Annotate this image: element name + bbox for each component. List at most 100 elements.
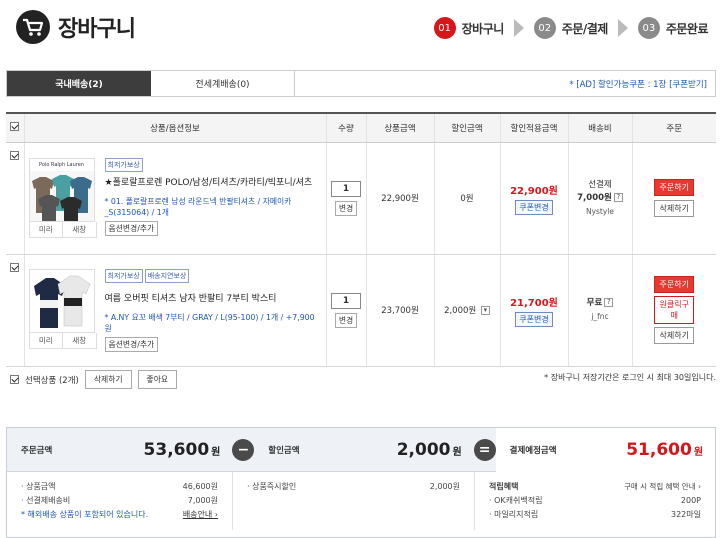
table-header-row: 상품/옵션정보 수량 상품금액 할인금액 할인적용금액 배송비 주문 bbox=[6, 112, 716, 143]
step-number: 02 bbox=[533, 17, 556, 39]
qty-cell: 1 변경 bbox=[325, 254, 366, 367]
select-all-checkbox[interactable] bbox=[6, 112, 24, 143]
mileage-value: 322마일 bbox=[671, 510, 701, 519]
col-header-price: 상품금액 bbox=[365, 112, 434, 143]
help-icon[interactable]: ? bbox=[604, 298, 614, 307]
payment-total-value: 51,600 bbox=[626, 439, 692, 460]
change-option-button[interactable]: 옵션변경/추가 bbox=[104, 221, 159, 236]
reward-title: 적립혜택 bbox=[489, 482, 519, 491]
shipping-type: 무료 bbox=[586, 298, 603, 308]
shipping-guide-link[interactable]: 배송안내 › bbox=[183, 508, 218, 522]
change-coupon-button[interactable]: 쿠폰변경 bbox=[515, 199, 553, 215]
order-button[interactable]: 주문하기 bbox=[654, 276, 695, 293]
discount-cell: 0원 bbox=[433, 142, 500, 255]
shipping-fee: 7,000원 bbox=[577, 192, 612, 203]
seller-name[interactable]: Nystyle bbox=[569, 205, 632, 218]
delete-button[interactable]: 삭제하기 bbox=[654, 327, 695, 344]
brand-logo: Polo Ralph Lauren bbox=[29, 159, 94, 171]
order-summary: 주문금액 53,600 원 − 할인금액 2,000 원 = 결제예정금액 51,6… bbox=[6, 427, 716, 538]
prepaid-shipping-value: 7,000원 bbox=[187, 496, 218, 505]
product-option: * A.NY 요꼬 배색 7부티 / GRAY / L(95-100) / 1개… bbox=[104, 312, 315, 333]
goods-amount-label: · 상품금액 bbox=[21, 482, 56, 491]
delete-button[interactable]: 삭제하기 bbox=[654, 200, 695, 217]
minus-icon: − bbox=[232, 438, 255, 461]
price-cell: 22,900원 bbox=[365, 142, 434, 255]
checkout-steps: 01 장바구니 02 주문/결제 03 주문완료 bbox=[433, 15, 709, 41]
tab-global[interactable]: 전세계배송(0) bbox=[151, 71, 295, 96]
col-header-final: 할인적용금액 bbox=[499, 112, 568, 143]
currency-unit: 원 bbox=[452, 446, 462, 458]
table-row: Polo Ralph Lauren 미리 새창 최저가보상 ★폴로랄프로렌 PO… bbox=[6, 142, 716, 255]
shipping-type: 선결제 bbox=[588, 179, 612, 190]
quantity-input[interactable]: 1 bbox=[331, 180, 361, 197]
new-window-link[interactable]: 새창 bbox=[63, 333, 96, 348]
goods-amount-value: 46,600원 bbox=[182, 482, 218, 491]
order-button[interactable]: 주문하기 bbox=[654, 179, 695, 196]
delay-compensation-badge: 배송지연보상 bbox=[144, 268, 190, 283]
discount-total-label: 할인금액 bbox=[268, 445, 300, 456]
product-option: * 01. 폴로랄프로렌 남성 라운드넥 반팔티셔츠 / 자메이카_S(3150… bbox=[104, 197, 292, 217]
discount-total-value: 2,000 bbox=[396, 439, 451, 460]
product-cell: Polo Ralph Lauren 미리 새창 최저가보상 ★폴로랄프로렌 PO… bbox=[23, 142, 326, 255]
step-label: 장바구니 bbox=[461, 21, 505, 36]
select-all-bottom-checkbox[interactable] bbox=[10, 375, 19, 384]
instant-discount-label: · 상품즉시할인 bbox=[247, 482, 297, 491]
tab-domestic[interactable]: 국내배송(2) bbox=[7, 71, 151, 96]
chevron-right-icon bbox=[513, 19, 524, 37]
currency-unit: 원 bbox=[211, 446, 221, 458]
lowest-price-badge: 최저가보상 bbox=[104, 268, 143, 283]
product-thumbnail[interactable] bbox=[28, 268, 95, 333]
preview-link[interactable]: 미리 bbox=[30, 222, 63, 237]
quantity-input[interactable]: 1 bbox=[331, 292, 361, 309]
change-qty-button[interactable]: 변경 bbox=[334, 200, 358, 216]
step-cart: 01 장바구니 bbox=[433, 17, 505, 39]
dropdown-arrow-icon[interactable]: ▾ bbox=[480, 306, 490, 315]
step-number: 03 bbox=[637, 17, 660, 39]
page-header: 장바구니 bbox=[16, 10, 136, 44]
shipping-cell: 선결제 7,000원? Nystyle bbox=[567, 142, 632, 255]
change-qty-button[interactable]: 변경 bbox=[334, 312, 358, 328]
payment-total-label: 결제예정금액 bbox=[509, 445, 557, 456]
instant-discount-value: 2,000원 bbox=[429, 482, 460, 491]
chevron-right-icon bbox=[617, 19, 628, 37]
shipping-tabs: 국내배송(2) 전세계배송(0) * [AD] 할인가능쿠폰 : 1장 [쿠폰받… bbox=[6, 70, 716, 97]
change-coupon-button[interactable]: 쿠폰변경 bbox=[515, 311, 553, 327]
cart-icon bbox=[16, 10, 50, 44]
storage-note: * 장바구니 저장기간은 로그인 시 최대 30일입니다. bbox=[544, 373, 716, 382]
order-total-label: 주문금액 bbox=[21, 445, 53, 456]
final-price-cell: 21,700원 쿠폰변경 bbox=[499, 254, 568, 367]
col-header-product: 상품/옵션정보 bbox=[23, 112, 326, 143]
col-header-shipping: 배송비 bbox=[567, 112, 632, 143]
help-icon[interactable]: ? bbox=[613, 192, 623, 202]
product-cell: 미리 새창 최저가보상 배송지연보상 여름 오버핏 티셔츠 남자 반팔티 7부티… bbox=[23, 254, 326, 367]
equals-icon: = bbox=[473, 438, 496, 461]
product-thumbnail[interactable]: Polo Ralph Lauren bbox=[28, 158, 95, 222]
final-price-cell: 22,900원 쿠폰변경 bbox=[499, 142, 568, 255]
step-number: 01 bbox=[433, 17, 456, 39]
bulk-actions: 선택상품 (2개) 삭제하기 좋아요 bbox=[10, 370, 178, 389]
prepaid-shipping-label: · 선결제배송비 bbox=[21, 496, 71, 505]
discount-amount: 2,000원 bbox=[444, 306, 477, 316]
reward-guide-link[interactable]: 구매 시 적립 혜택 안내 › bbox=[624, 480, 701, 494]
change-option-button[interactable]: 옵션변경/추가 bbox=[104, 336, 159, 352]
seller-name[interactable]: j_fnc bbox=[569, 310, 632, 323]
price-cell: 23,700원 bbox=[365, 254, 434, 367]
like-button[interactable]: 좋아요 bbox=[137, 370, 178, 389]
page-title: 장바구니 bbox=[58, 17, 136, 42]
product-name[interactable]: 여름 오버핏 티셔츠 남자 반팔티 7부티 박스티 bbox=[105, 293, 318, 306]
bulk-delete-button[interactable]: 삭제하기 bbox=[84, 370, 132, 389]
overseas-note: * 해외배송 상품이 포함되어 있습니다. bbox=[21, 510, 149, 519]
product-name[interactable]: ★폴로랄프로렌 POLO/남성/티셔츠/카라티/빅포니/셔츠 bbox=[105, 177, 318, 190]
row-checkbox[interactable] bbox=[6, 254, 24, 367]
preview-link[interactable]: 미리 bbox=[30, 332, 63, 348]
okcashbag-label: · OK캐쉬백적립 bbox=[489, 496, 543, 505]
row-checkbox[interactable] bbox=[6, 142, 24, 255]
final-price: 22,900원 bbox=[510, 185, 558, 197]
step-label: 주문완료 bbox=[665, 21, 709, 36]
new-window-link[interactable]: 새창 bbox=[63, 222, 96, 237]
coupon-notice[interactable]: * [AD] 할인가능쿠폰 : 1장 [쿠폰받기] bbox=[569, 71, 715, 96]
step-complete: 03 주문완료 bbox=[637, 17, 709, 39]
currency-unit: 원 bbox=[693, 446, 704, 458]
lowest-price-badge: 최저가보상 bbox=[104, 158, 143, 172]
one-click-buy-button[interactable]: 원클릭구매 bbox=[654, 296, 695, 324]
